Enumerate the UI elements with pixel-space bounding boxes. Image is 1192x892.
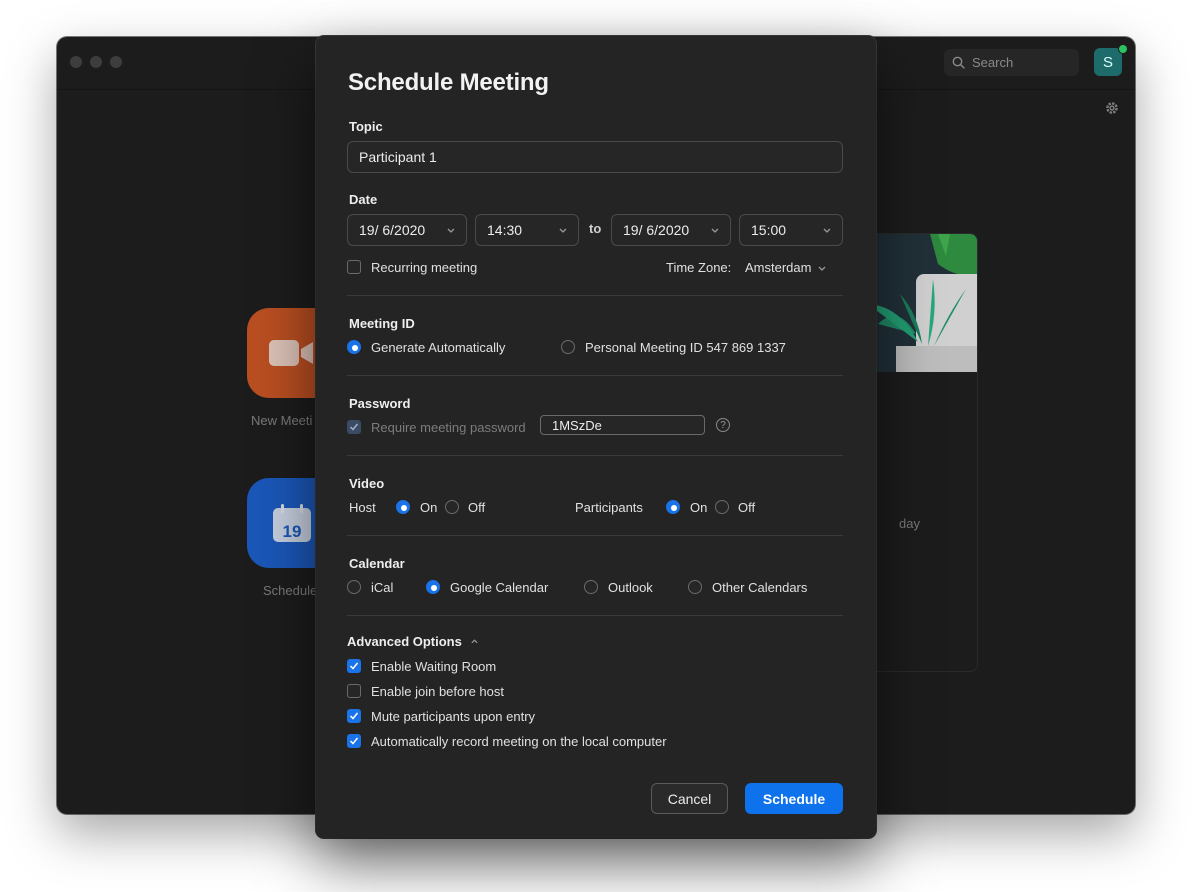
gear-icon[interactable] (1105, 101, 1119, 115)
calendar-ical-label: iCal (371, 580, 394, 595)
enable-waiting-room-label: Enable Waiting Room (371, 659, 497, 674)
password-input[interactable]: 1MSzDe (540, 415, 705, 435)
calendar-google-label: Google Calendar (450, 580, 549, 595)
start-time-value: 14:30 (487, 222, 523, 238)
host-video-off-radio[interactable] (445, 500, 459, 514)
recurring-meeting-checkbox[interactable] (347, 260, 361, 274)
calendar-outlook-radio[interactable] (584, 580, 598, 594)
card-text-fragment: day (899, 516, 920, 531)
help-icon[interactable]: ? (716, 418, 730, 432)
participants-video-label: Participants (575, 500, 643, 515)
start-date-value: 19/ 6/2020 (359, 222, 426, 238)
enable-waiting-room-checkbox[interactable] (347, 659, 361, 673)
schedule-button[interactable]: Schedule (745, 783, 843, 814)
require-password-checkbox[interactable] (347, 420, 361, 434)
calendar-label: Calendar (349, 556, 405, 571)
calendar-ical-radio[interactable] (347, 580, 361, 594)
checkmark-icon (349, 662, 359, 670)
search-box[interactable]: Search (944, 49, 1079, 76)
personal-meeting-id-label: Personal Meeting ID 547 869 1337 (585, 340, 786, 355)
mute-on-entry-checkbox[interactable] (347, 709, 361, 723)
start-date-dropdown[interactable]: 19/ 6/2020 (347, 214, 467, 246)
help-icon-glyph: ? (720, 419, 726, 431)
section-divider (347, 295, 843, 296)
host-video-on-label: On (420, 500, 438, 515)
chevron-down-icon (819, 266, 826, 271)
participants-video-on-radio[interactable] (666, 500, 680, 514)
checkmark-icon (349, 423, 359, 431)
chevron-down-icon (447, 228, 455, 233)
section-divider (347, 615, 843, 616)
auto-record-label: Automatically record meeting on the loca… (371, 734, 667, 749)
start-time-dropdown[interactable]: 14:30 (475, 214, 579, 246)
search-placeholder: Search (972, 55, 1014, 70)
calendar-other-label: Other Calendars (712, 580, 808, 595)
calendar-other-radio[interactable] (688, 580, 702, 594)
schedule-label: Schedule (263, 583, 318, 598)
recurring-meeting-label: Recurring meeting (371, 260, 478, 275)
section-divider (347, 375, 843, 376)
video-camera-icon (269, 340, 313, 366)
calendar-google-radio[interactable] (426, 580, 440, 594)
zoom-window-button[interactable] (110, 56, 122, 68)
timezone-label: Time Zone: (666, 260, 732, 275)
advanced-options-toggle[interactable]: Advanced Options (347, 634, 479, 649)
chevron-up-icon (471, 639, 478, 644)
section-divider (347, 455, 843, 456)
close-window-button[interactable] (70, 56, 82, 68)
timezone-value: Amsterdam (745, 260, 812, 275)
meeting-id-label: Meeting ID (349, 316, 415, 331)
mute-on-entry-label: Mute participants upon entry (371, 709, 536, 724)
participants-video-off-radio[interactable] (715, 500, 729, 514)
checkmark-icon (349, 712, 359, 720)
chevron-down-icon (823, 228, 831, 233)
generate-automatically-radio[interactable] (347, 340, 361, 354)
date-label: Date (349, 192, 378, 207)
auto-record-checkbox[interactable] (347, 734, 361, 748)
dialog-title: Schedule Meeting (348, 69, 549, 96)
avatar[interactable]: S (1094, 48, 1122, 76)
online-status-dot (1118, 44, 1128, 54)
generate-automatically-label: Generate Automatically (371, 340, 506, 355)
require-password-label: Require meeting password (371, 420, 526, 435)
calendar-day: 19 (282, 522, 302, 541)
section-divider (347, 535, 843, 536)
end-time-value: 15:00 (751, 222, 787, 238)
minimize-window-button[interactable] (90, 56, 102, 68)
host-video-label: Host (349, 500, 376, 515)
password-value: 1MSzDe (552, 417, 602, 433)
new-meeting-label: New Meeti (251, 413, 313, 428)
join-before-host-checkbox[interactable] (347, 684, 361, 698)
chevron-down-icon (711, 228, 719, 233)
end-time-dropdown[interactable]: 15:00 (739, 214, 843, 246)
end-date-value: 19/ 6/2020 (623, 222, 690, 238)
personal-meeting-id-radio[interactable] (561, 340, 575, 354)
checkmark-icon (349, 737, 359, 745)
join-before-host-label: Enable join before host (371, 684, 504, 699)
host-video-on-radio[interactable] (396, 500, 410, 514)
topic-label: Topic (349, 119, 383, 134)
timezone-dropdown[interactable]: Amsterdam (745, 260, 827, 275)
calendar-outlook-label: Outlook (608, 580, 653, 595)
end-date-dropdown[interactable]: 19/ 6/2020 (611, 214, 731, 246)
schedule-meeting-dialog: Schedule Meeting Topic Participant 1 Dat… (316, 36, 876, 838)
to-label: to (589, 221, 602, 236)
cancel-button[interactable]: Cancel (651, 783, 728, 814)
advanced-options-label: Advanced Options (347, 634, 462, 649)
participants-video-on-label: On (690, 500, 708, 515)
participants-video-off-label: Off (738, 500, 756, 515)
password-label: Password (349, 396, 411, 411)
video-label: Video (349, 476, 385, 491)
avatar-initial: S (1102, 53, 1113, 71)
chevron-down-icon (559, 228, 567, 233)
topic-input[interactable]: Participant 1 (347, 141, 843, 173)
calendar-icon: 19 (273, 504, 311, 542)
host-video-off-label: Off (468, 500, 486, 515)
search-icon (952, 56, 965, 69)
topic-input-value: Participant 1 (359, 149, 437, 165)
